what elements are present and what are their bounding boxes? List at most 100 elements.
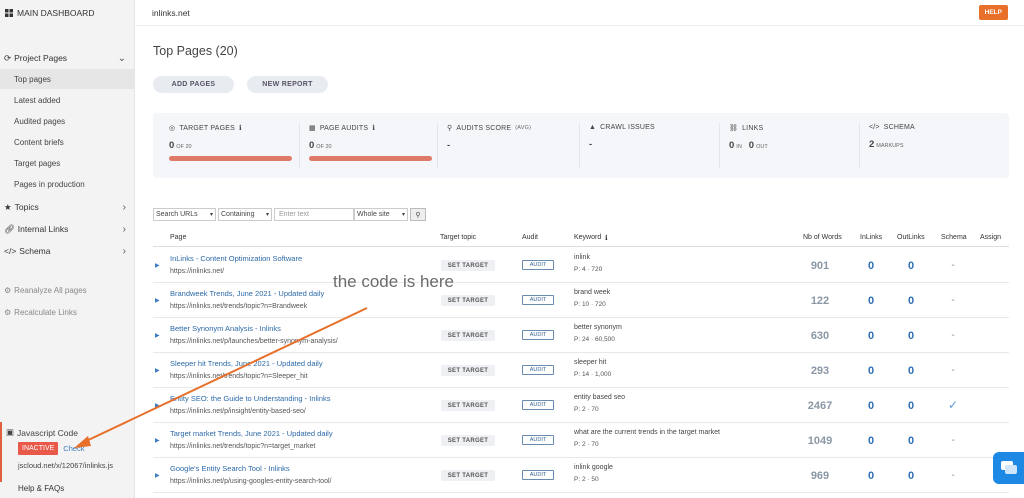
keyword: sleeper hit [574,359,607,366]
annotation-text: the code is here [333,272,454,291]
divider [299,123,300,168]
stat-label: TARGET PAGES [179,124,236,132]
stat-value: 0 [169,140,175,151]
main-dashboard-link[interactable]: MAIN DASHBOARD [0,0,134,26]
set-target-button[interactable]: SET TARGET [441,435,495,446]
stat-crawl-issues[interactable]: ▲ CRAWL ISSUES - [589,113,655,178]
stat-links[interactable]: ⛓ LINKS 0 IN 0 OUT [729,113,773,178]
set-target-button[interactable]: SET TARGET [441,365,495,376]
inlinks-count[interactable]: 0 [861,435,881,447]
stat-sub: OF 20 [316,144,332,150]
header-keyword[interactable]: Keyword [574,234,601,241]
audit-button[interactable]: AUDIT [522,260,554,270]
add-pages-button[interactable]: ADD PAGES [153,76,234,93]
sidebar-section-schema[interactable]: </> Schema › [0,241,135,261]
page-title-link[interactable]: Better Synonym Analysis - Inlinks [170,324,281,333]
outlinks-count[interactable]: 0 [901,330,921,342]
chevron-right-icon: › [122,201,126,213]
whole-site-select[interactable]: Whole site ▾ [354,208,408,221]
expand-icon[interactable]: ▶ [155,437,160,444]
search-button[interactable]: ⚲ [410,208,426,221]
audit-button[interactable]: AUDIT [522,295,554,305]
header-audit[interactable]: Audit [522,234,538,241]
page-title-link[interactable]: Brandweek Trends, June 2021 - Updated da… [170,289,324,298]
search-input[interactable]: Enter text [274,208,354,221]
stat-sub: MARKUPS [876,143,904,149]
chat-button[interactable] [993,452,1024,484]
expand-icon[interactable]: ▶ [155,262,160,269]
select-value: Containing [221,211,255,218]
inlinks-count[interactable]: 0 [861,365,881,377]
info-icon: ℹ [372,125,376,132]
sidebar-item-target-pages[interactable]: Target pages [0,153,135,173]
outlinks-count[interactable]: 0 [901,295,921,307]
expand-icon[interactable]: ▶ [155,367,160,374]
set-target-button[interactable]: SET TARGET [441,400,495,411]
inlinks-count[interactable]: 0 [861,295,881,307]
javascript-code-panel: ▣ Javascript Code INACTIVE Check jscloud… [0,422,135,482]
js-url: jscloud.net/x/12067/inlinks.js [18,461,114,470]
inlinks-count[interactable]: 0 [861,470,881,482]
stat-schema[interactable]: </> SCHEMA 2 MARKUPS [869,113,915,178]
audit-button[interactable]: AUDIT [522,330,554,340]
recalculate-link[interactable]: ⚙ Recalculate Links [4,308,77,317]
sidebar: MAIN DASHBOARD ⟳ Project Pages ⌄ Top pag… [0,0,135,498]
sidebar-section-internal-links[interactable]: 🔗︎ Internal Links › [0,219,135,239]
sidebar-section-topics[interactable]: ★ Topics › [0,197,135,217]
outlinks-count[interactable]: 0 [901,365,921,377]
set-target-button[interactable]: SET TARGET [441,260,495,271]
sidebar-item-latest-added[interactable]: Latest added [0,90,135,110]
search-icon: ⚲ [415,211,421,219]
set-target-button[interactable]: SET TARGET [441,295,495,306]
header-nb-words[interactable]: Nb of Words [803,234,842,241]
sidebar-item-top-pages[interactable]: Top pages [0,69,135,89]
inlinks-count[interactable]: 0 [861,400,881,412]
new-report-button[interactable]: NEW REPORT [247,76,328,93]
set-target-button[interactable]: SET TARGET [441,330,495,341]
outlinks-count[interactable]: 0 [901,260,921,272]
outlinks-count[interactable]: 0 [901,470,921,482]
page-url: https://inlinks.net/trends/topic?n=Sleep… [170,373,308,380]
stat-audits-score[interactable]: ⚲ AUDITS SCORE (AVG) - [447,113,531,178]
search-urls-select[interactable]: Search URLs ▾ [153,208,216,221]
links-in-label: IN [736,144,742,150]
page-title: Top Pages (20) [153,44,238,58]
header-inlinks[interactable]: InLinks [860,234,882,241]
audit-button[interactable]: AUDIT [522,435,554,445]
sidebar-item-content-briefs[interactable]: Content briefs [0,132,135,152]
page-title-link[interactable]: Target market Trends, June 2021 - Update… [170,429,333,438]
page-title-link[interactable]: Google's Entity Search Tool - Inlinks [170,464,290,473]
top-bar: inlinks.net HELP [136,0,1024,26]
outlinks-count[interactable]: 0 [901,400,921,412]
schema-label: Schema [19,246,51,256]
sidebar-item-pages-in-production[interactable]: Pages in production [0,174,135,194]
audit-button[interactable]: AUDIT [522,365,554,375]
header-page[interactable]: Page [170,234,186,241]
stat-page-audits[interactable]: ▦ PAGE AUDITS ℹ 0 OF 20 [309,113,432,178]
sidebar-section-project-pages[interactable]: ⟳ Project Pages ⌄ [0,48,135,68]
inlinks-count[interactable]: 0 [861,260,881,272]
page-title-link[interactable]: Entity SEO: the Guide to Understanding -… [170,394,331,403]
stat-target-pages[interactable]: ◎ TARGET PAGES ℹ 0 OF 20 [169,113,292,178]
containing-select[interactable]: Containing ▾ [218,208,272,221]
check-link[interactable]: Check [63,444,84,453]
sidebar-item-audited-pages[interactable]: Audited pages [0,111,135,131]
header-schema[interactable]: Schema [941,234,967,241]
reanalyze-link[interactable]: ⚙ Reanalyze All pages [4,286,87,295]
audit-button[interactable]: AUDIT [522,470,554,480]
expand-icon[interactable]: ▶ [155,297,160,304]
help-faqs-link[interactable]: Help & FAQs [18,484,64,493]
header-target-topic[interactable]: Target topic [440,234,476,241]
inlinks-count[interactable]: 0 [861,330,881,342]
audit-button[interactable]: AUDIT [522,400,554,410]
outlinks-count[interactable]: 0 [901,435,921,447]
expand-icon[interactable]: ▶ [155,402,160,409]
header-assign[interactable]: Assign [980,234,1001,241]
expand-icon[interactable]: ▶ [155,332,160,339]
page-title-link[interactable]: InLinks - Content Optimization Software [170,254,302,263]
help-button[interactable]: HELP [978,5,1008,20]
expand-icon[interactable]: ▶ [155,472,160,479]
set-target-button[interactable]: SET TARGET [441,470,495,481]
header-outlinks[interactable]: OutLinks [897,234,925,241]
page-title-link[interactable]: Sleeper hit Trends, June 2021 - Updated … [170,359,323,368]
